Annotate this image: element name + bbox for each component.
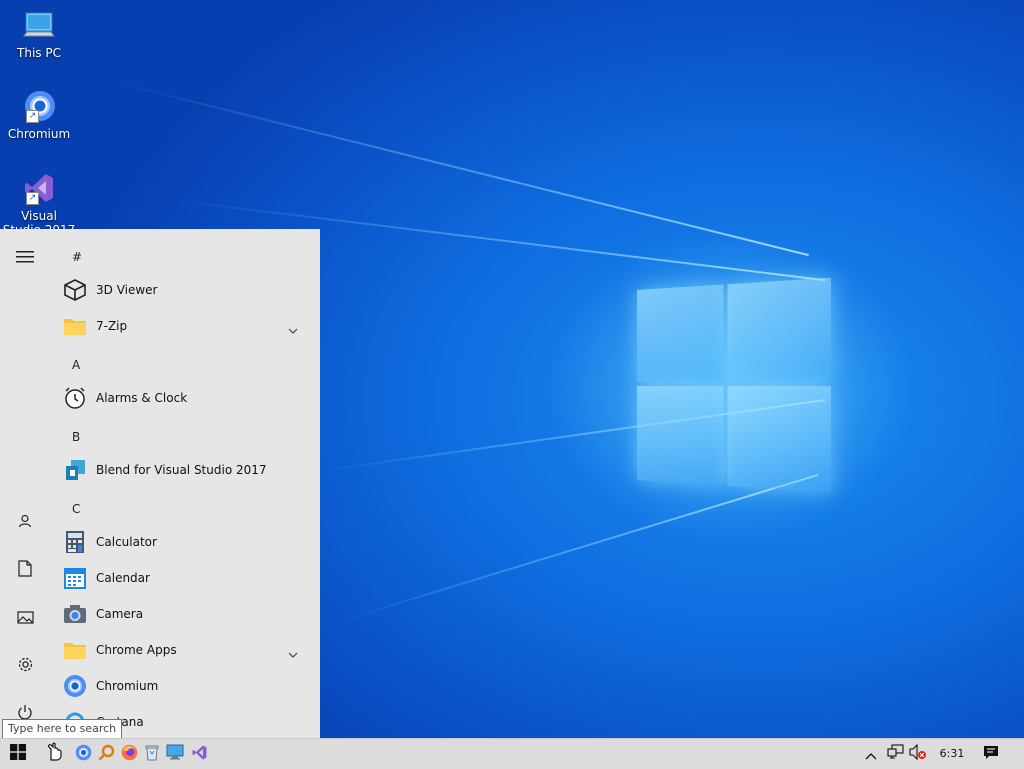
search-icon <box>46 742 64 766</box>
app-alarms-clock[interactable]: Alarms & Clock <box>62 380 308 416</box>
action-center-button[interactable] <box>978 739 1004 769</box>
user-icon <box>18 513 32 532</box>
app-calendar[interactable]: Calendar <box>62 560 308 596</box>
app-label: Alarms & Clock <box>96 391 187 405</box>
desktop-icon-visual-studio[interactable]: ↗ Visual Studio 2017 <box>1 171 77 237</box>
action-center-icon <box>983 745 999 764</box>
section-header-b[interactable]: B <box>72 430 80 444</box>
windows-logo <box>637 278 831 493</box>
camera-icon <box>62 601 88 627</box>
volume-muted-icon <box>909 744 927 764</box>
alarm-clock-icon <box>62 385 88 411</box>
volume-button[interactable] <box>907 739 929 769</box>
network-button[interactable] <box>884 739 906 769</box>
app-calculator[interactable]: Calculator <box>62 524 308 560</box>
light-beam <box>340 474 819 622</box>
network-icon <box>887 744 904 764</box>
expand-menu-button[interactable] <box>0 237 50 277</box>
app-blend[interactable]: Blend for Visual Studio 2017 <box>62 452 308 488</box>
desktop-icon-label: Chromium <box>1 127 77 141</box>
app-label: 7-Zip <box>96 319 127 333</box>
remote-desktop-icon <box>166 744 184 764</box>
app-label: 3D Viewer <box>96 283 157 297</box>
start-menu: # 3D Viewer 7-Zip A Alarms & Clock B Ble… <box>0 229 320 738</box>
chevron-up-icon <box>865 745 877 764</box>
app-label: Blend for Visual Studio 2017 <box>96 463 267 477</box>
app-label: Chromium <box>96 679 158 693</box>
section-header-c[interactable]: C <box>72 502 80 516</box>
desktop-icon-chromium[interactable]: ↗ Chromium <box>1 89 77 141</box>
visual-studio-icon: ↗ <box>22 171 56 205</box>
windows-start-icon <box>10 744 26 764</box>
computer-icon <box>22 8 56 42</box>
app-label: Camera <box>96 607 143 621</box>
chromium-icon: ↗ <box>22 89 56 123</box>
section-header-a[interactable]: A <box>72 358 80 372</box>
folder-icon <box>62 637 88 663</box>
desktop-icon-this-pc[interactable]: This PC <box>1 8 77 60</box>
search-tool-icon <box>98 744 115 765</box>
chevron-down-icon[interactable] <box>288 319 298 338</box>
folder-icon <box>62 313 88 339</box>
pictures-icon <box>17 609 34 628</box>
chromium-icon <box>75 744 92 765</box>
taskbar-recycle-bin[interactable] <box>141 739 163 769</box>
documents-button[interactable] <box>0 550 50 590</box>
app-chromium[interactable]: Chromium <box>62 668 308 704</box>
app-7-zip[interactable]: 7-Zip <box>62 308 308 344</box>
taskbar-search-tool[interactable] <box>94 739 118 769</box>
3d-viewer-icon <box>62 277 88 303</box>
visual-studio-icon <box>191 744 208 765</box>
search-button[interactable] <box>40 739 70 769</box>
pictures-button[interactable] <box>0 598 50 638</box>
calendar-icon <box>62 565 88 591</box>
app-label: Calendar <box>96 571 150 585</box>
taskbar-firefox[interactable] <box>117 739 141 769</box>
app-camera[interactable]: Camera <box>62 596 308 632</box>
hamburger-icon <box>16 248 34 267</box>
taskbar-visual-studio[interactable] <box>187 739 211 769</box>
documents-icon <box>18 560 32 581</box>
desktop-icon-label: This PC <box>1 46 77 60</box>
taskbar-chromium[interactable] <box>71 739 95 769</box>
taskbar-remote-desktop[interactable] <box>163 739 187 769</box>
show-hidden-icons-button[interactable] <box>861 739 881 769</box>
chromium-icon <box>62 673 88 699</box>
app-3d-viewer[interactable]: 3D Viewer <box>62 272 308 308</box>
taskbar: 6:31 <box>0 738 1024 769</box>
account-button[interactable] <box>0 502 50 542</box>
app-label: Calculator <box>96 535 157 549</box>
app-label: Chrome Apps <box>96 643 177 657</box>
calculator-icon <box>62 529 88 555</box>
search-tooltip: Type here to search <box>2 719 122 739</box>
blend-icon <box>62 457 88 483</box>
firefox-icon <box>121 744 138 765</box>
start-button[interactable] <box>0 739 36 769</box>
settings-icon <box>17 656 34 677</box>
section-header-hash[interactable]: # <box>72 250 82 264</box>
settings-button[interactable] <box>0 646 50 686</box>
chevron-down-icon[interactable] <box>288 643 298 662</box>
clock[interactable]: 6:31 <box>930 739 974 769</box>
recycle-bin-icon <box>145 744 159 765</box>
app-chrome-apps[interactable]: Chrome Apps <box>62 632 308 668</box>
start-rail <box>0 229 50 738</box>
